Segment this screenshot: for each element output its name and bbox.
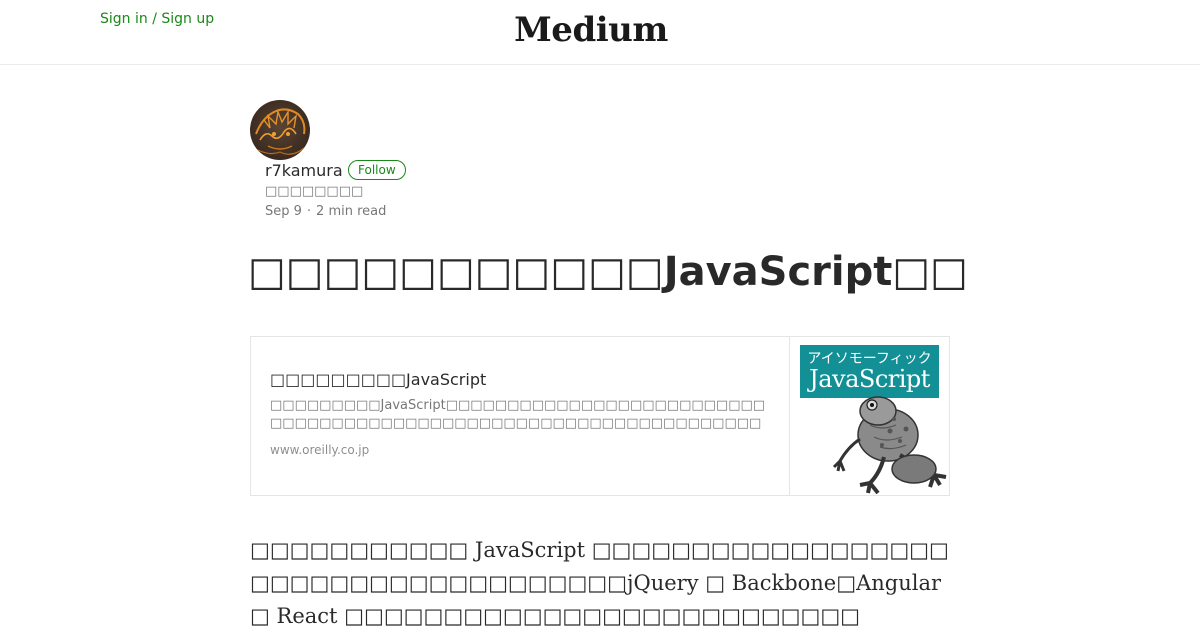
medium-logo[interactable]: Medium [0,10,1182,50]
embed-text: □□□□□□□□□JavaScript □□□□□□□□□JavaScript□… [270,369,770,457]
article-title: □□□□□□□□□□□JavaScript□□□□□ [248,249,968,295]
article-body-paragraph: □□□□□□□□□□□ JavaScript □□□□□□□□□□□□□□□□□… [250,538,949,628]
top-bar: Sign in / Sign up Medium [0,0,1200,65]
embed-domain: www.oreilly.co.jp [270,443,370,457]
follow-button[interactable]: Follow [348,160,406,180]
author-bio: □□□□□□□□ [265,184,364,199]
avatar-illustration-icon [255,108,306,155]
author-name[interactable]: r7kamura [265,161,343,180]
embed-thumbnail[interactable]: アイソモーフィック JavaScript [789,337,949,495]
author-avatar[interactable] [250,100,310,160]
post-meta: Sep 9 · 2 min read [265,204,386,219]
post-date[interactable]: Sep 9 [265,204,302,219]
embed-description: □□□□□□□□□JavaScript□□□□□□□□□□□□□□□□□□□□□… [270,398,766,431]
meta-separator: · [306,204,312,219]
link-embed-card[interactable]: □□□□□□□□□JavaScript □□□□□□□□□JavaScript□… [250,336,950,496]
embed-title[interactable]: □□□□□□□□□JavaScript [270,369,770,391]
frog-illustration-icon [832,396,947,495]
read-time: 2 min read [316,204,387,219]
